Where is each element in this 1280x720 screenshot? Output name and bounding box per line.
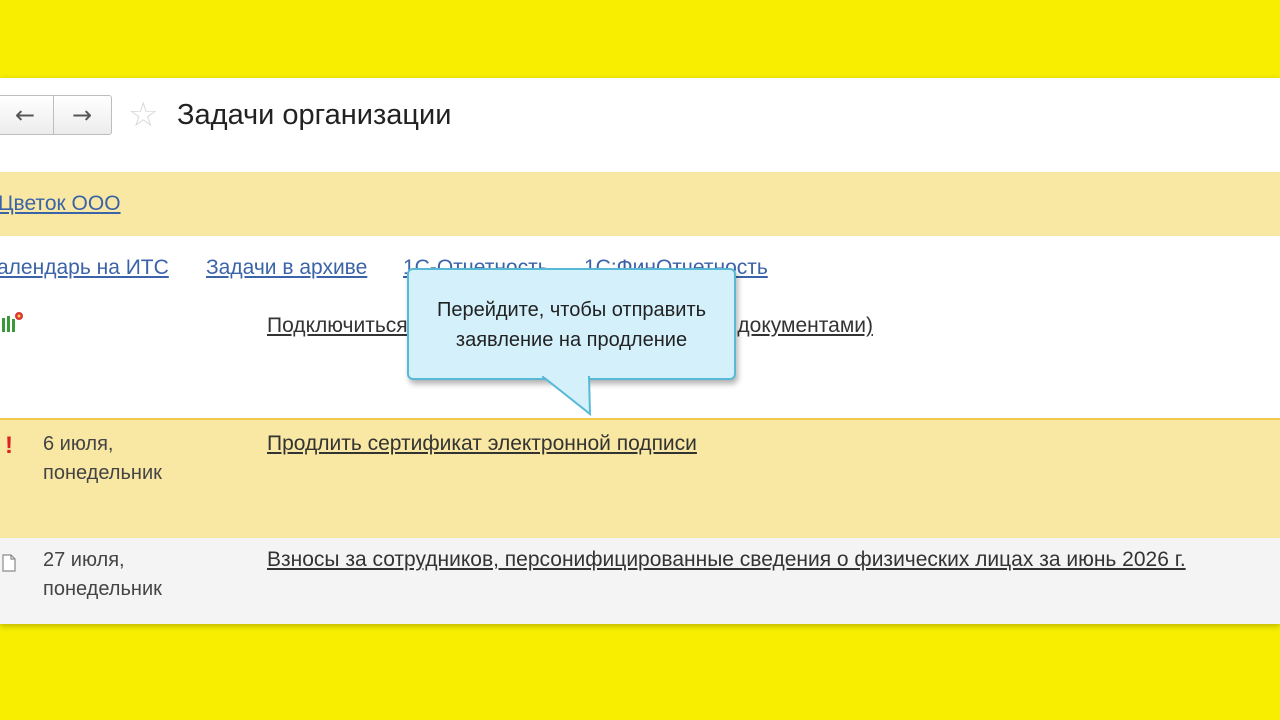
forward-button[interactable]: → xyxy=(53,96,110,134)
window-header: ← → ☆ Задачи организации xyxy=(0,78,1280,172)
tooltip-callout: Перейдите, чтобы отправить заявление на … xyxy=(407,268,736,380)
navigation-buttons: ← → xyxy=(0,95,112,135)
task-date-day: 6 июля, xyxy=(43,433,114,455)
task-date-day: 27 июля, xyxy=(43,549,125,571)
document-icon xyxy=(2,554,16,572)
organization-link[interactable]: Цветок ООО xyxy=(0,190,121,218)
task-link[interactable]: Продлить сертификат электронной подписи xyxy=(267,430,697,458)
task-row: ! 6 июля, понедельник Продлить сертифика… xyxy=(0,418,1280,540)
task-link[interactable]: Взносы за сотрудников, персонифицированн… xyxy=(267,546,1186,574)
flower-icon xyxy=(2,312,23,332)
link-calendar-its[interactable]: алендарь на ИТС xyxy=(0,254,169,282)
tooltip-line-1: Перейдите, чтобы отправить xyxy=(436,299,707,321)
task-date-weekday: понедельник xyxy=(43,578,162,600)
task-date: 6 июля, понедельник xyxy=(43,430,162,488)
arrow-left-icon: ← xyxy=(14,101,36,129)
organization-bar: Цветок ООО xyxy=(0,172,1280,236)
exclamation-icon: ! xyxy=(5,432,13,459)
favorite-star-icon[interactable]: ☆ xyxy=(128,96,158,134)
tooltip-line-2: заявление на продление xyxy=(455,329,688,351)
task-date: 27 июля, понедельник xyxy=(43,546,162,604)
link-archived-tasks[interactable]: Задачи в архиве xyxy=(206,254,367,282)
task-date-weekday: понедельник xyxy=(43,462,162,484)
task-row: 27 июля, понедельник Взносы за сотрудник… xyxy=(0,538,1280,624)
back-button[interactable]: ← xyxy=(0,96,53,134)
page-title: Задачи организации xyxy=(177,99,452,131)
arrow-right-icon: → xyxy=(71,101,93,129)
tooltip-pointer xyxy=(542,376,592,417)
